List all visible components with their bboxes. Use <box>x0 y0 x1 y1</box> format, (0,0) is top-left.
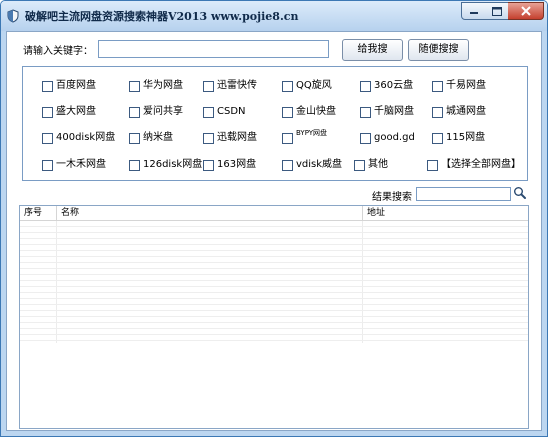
provider-label: 金山快盘 <box>296 106 336 117</box>
provider-label: 迅雷快传 <box>217 80 257 91</box>
provider-label: vdisk威盘 <box>296 159 343 170</box>
minimize-icon <box>470 12 478 14</box>
provider-label: 一木禾网盘 <box>56 159 106 170</box>
provider-label: 城通网盘 <box>446 106 486 117</box>
table-header: 序号 名称 地址 <box>20 206 528 221</box>
random-search-button[interactable]: 随便搜搜 <box>408 39 469 61</box>
provider-group: 百度网盘 华为网盘 迅雷快传 QQ旋风 360云盘 千易网盘 盛大网盘 爱问共享… <box>22 66 528 181</box>
checkbox-box[interactable] <box>360 81 371 92</box>
provider-label: 163网盘 <box>217 159 257 170</box>
maximize-icon <box>492 7 502 16</box>
provider-label: 百度网盘 <box>56 80 96 91</box>
checkbox-box[interactable] <box>360 133 371 144</box>
app-window: 破解吧主流网盘资源搜索神器V2013 www.pojie8.cn 请输入关键字：… <box>0 0 548 437</box>
checkbox-box[interactable] <box>42 81 53 92</box>
empty-rows <box>20 221 528 343</box>
provider-label: QQ旋风 <box>296 80 332 91</box>
magnifier-icon[interactable] <box>513 186 527 200</box>
column-header-name[interactable]: 名称 <box>57 206 362 220</box>
column-header-address[interactable]: 地址 <box>363 206 528 220</box>
results-table[interactable]: 序号 名称 地址 <box>19 205 529 429</box>
keyword-input[interactable] <box>98 40 329 58</box>
checkbox-box[interactable] <box>203 107 214 118</box>
search-button[interactable]: 给我搜 <box>342 39 403 61</box>
checkbox-box[interactable] <box>282 133 293 144</box>
provider-label: 其他 <box>368 159 388 170</box>
checkbox-box[interactable] <box>432 133 443 144</box>
provider-label: 115网盘 <box>446 132 486 143</box>
checkbox-box[interactable] <box>432 107 443 118</box>
window-title: 破解吧主流网盘资源搜索神器V2013 www.pojie8.cn <box>25 10 299 23</box>
provider-label: 126disk网盘 <box>143 159 203 170</box>
select-all-label: 【选择全部网盘】 <box>441 159 521 170</box>
checkbox-box[interactable] <box>129 133 140 144</box>
checkbox-box[interactable] <box>427 160 438 171</box>
result-filter-input[interactable] <box>416 187 511 201</box>
checkbox-box[interactable] <box>203 133 214 144</box>
provider-label: 400disk网盘 <box>56 132 116 143</box>
maximize-button[interactable] <box>485 2 509 20</box>
checkbox-box[interactable] <box>282 160 293 171</box>
checkbox-box[interactable] <box>129 107 140 118</box>
checkbox-box[interactable] <box>354 160 365 171</box>
checkbox-box[interactable] <box>129 160 140 171</box>
provider-label: BYPY网盘 <box>296 129 328 137</box>
checkbox-box[interactable] <box>203 160 214 171</box>
provider-label: CSDN <box>217 106 246 117</box>
checkbox-box[interactable] <box>42 160 53 171</box>
close-button[interactable] <box>508 2 544 20</box>
result-filter-label: 结果搜索 <box>372 192 412 203</box>
provider-label: 千易网盘 <box>446 80 486 91</box>
checkbox-box[interactable] <box>42 133 53 144</box>
checkbox-box[interactable] <box>129 81 140 92</box>
keyword-label: 请输入关键字： <box>23 46 93 57</box>
provider-label: 纳米盘 <box>143 132 173 143</box>
title-bar[interactable]: 破解吧主流网盘资源搜索神器V2013 www.pojie8.cn <box>1 1 547 31</box>
provider-label: 盛大网盘 <box>56 106 96 117</box>
checkbox-box[interactable] <box>282 107 293 118</box>
shield-icon <box>7 9 19 23</box>
main-panel: 请输入关键字： 给我搜 随便搜搜 百度网盘 华为网盘 迅雷快传 QQ旋风 360… <box>6 31 542 431</box>
checkbox-box[interactable] <box>360 107 371 118</box>
close-icon <box>521 6 531 16</box>
provider-label: 爱问共享 <box>143 106 183 117</box>
checkbox-box[interactable] <box>42 107 53 118</box>
checkbox-box[interactable] <box>282 81 293 92</box>
provider-label: 360云盘 <box>374 80 414 91</box>
column-header-index[interactable]: 序号 <box>20 206 56 220</box>
provider-label: 华为网盘 <box>143 80 183 91</box>
minimize-button[interactable] <box>461 2 486 20</box>
table-row <box>20 335 528 341</box>
provider-label: 千脑网盘 <box>374 106 414 117</box>
provider-label: 迅载网盘 <box>217 132 257 143</box>
provider-label: good.gd <box>374 132 415 143</box>
checkbox-box[interactable] <box>203 81 214 92</box>
checkbox-box[interactable] <box>432 81 443 92</box>
